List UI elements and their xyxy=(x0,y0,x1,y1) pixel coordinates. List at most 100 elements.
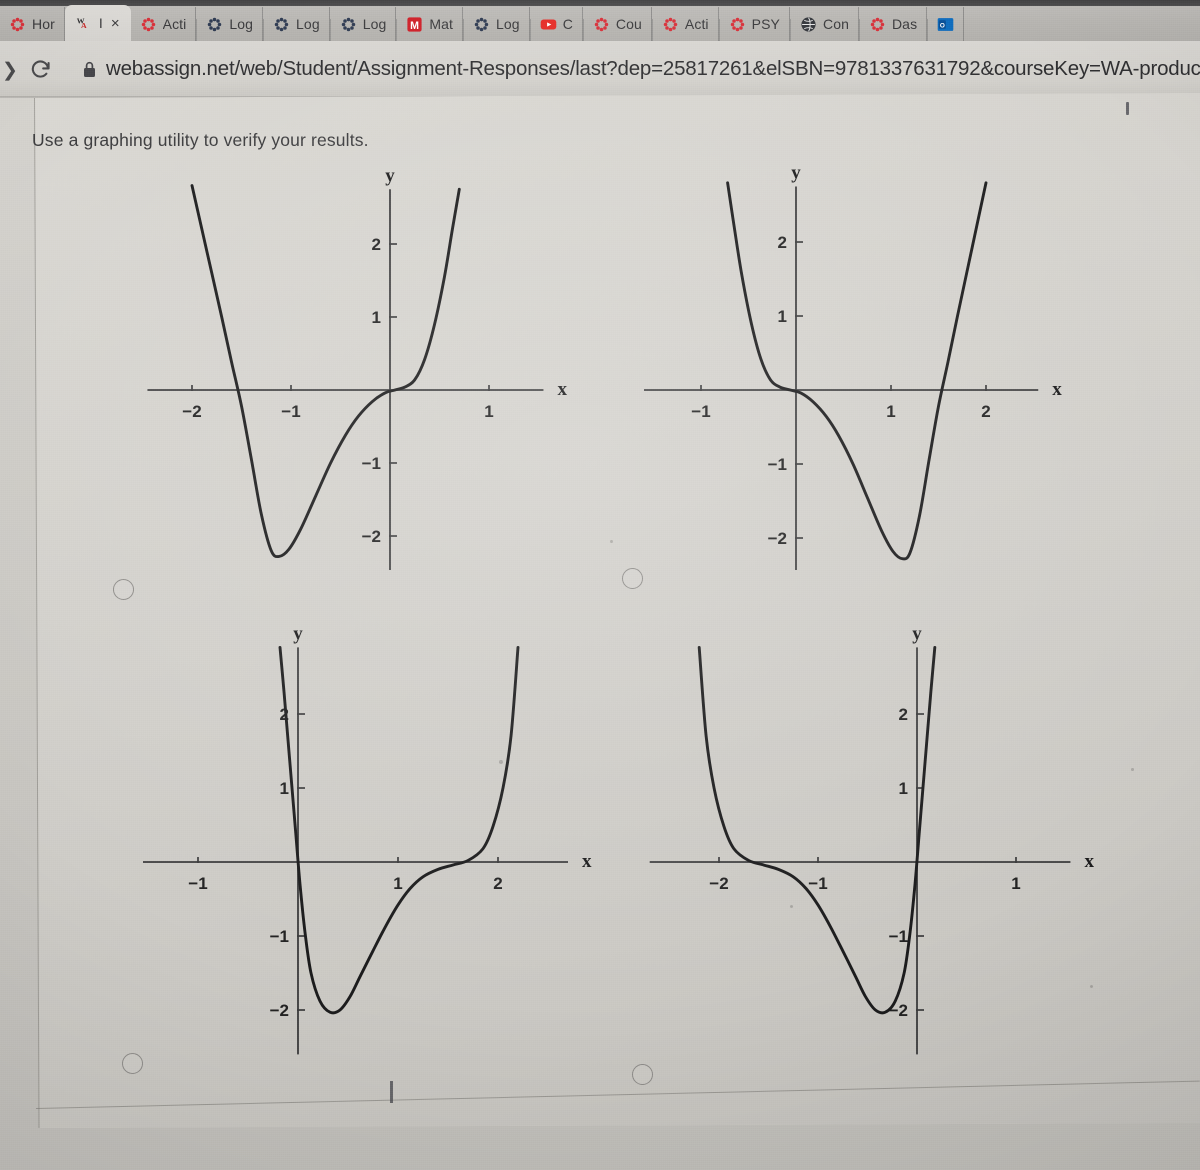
svg-text:−1: −1 xyxy=(808,874,827,893)
browser-tab-label: Acti xyxy=(162,16,187,32)
browser-tab-cou[interactable]: Cou xyxy=(584,7,652,41)
browser-tab-i[interactable]: W A I × xyxy=(64,5,131,41)
browser-tab-mail[interactable]: O xyxy=(928,7,965,41)
svg-text:y: y xyxy=(912,630,922,644)
browser-tab-label: Acti xyxy=(684,16,709,32)
browser-tab-label: Log xyxy=(362,16,387,32)
browser-tab-mat[interactable]: M Mat xyxy=(397,7,464,41)
text-cursor-mark xyxy=(1126,102,1129,115)
photo-speck xyxy=(499,760,503,764)
lock-icon xyxy=(82,60,97,79)
photo-speck xyxy=(1090,985,1093,988)
browser-tab-das[interactable]: Das xyxy=(860,7,928,41)
browser-tab-label: Cou xyxy=(615,16,642,32)
page-prompt: Use a graphing utility to verify your re… xyxy=(32,130,369,150)
svg-text:−1: −1 xyxy=(768,455,787,474)
browser-tab-acti[interactable]: Acti xyxy=(131,7,197,41)
browser-tab-c[interactable]: C xyxy=(531,7,583,41)
svg-text:−2: −2 xyxy=(768,529,787,548)
svg-text:x: x xyxy=(1052,379,1062,400)
browser-tab-label: Hor xyxy=(32,16,55,32)
browser-tab-label: Mat xyxy=(429,16,454,32)
loading-spinner-dark-icon xyxy=(473,16,490,33)
photo-speck xyxy=(610,540,613,543)
radio-choice-a[interactable] xyxy=(113,579,134,600)
svg-text:x: x xyxy=(557,379,567,400)
svg-text:−1: −1 xyxy=(691,402,710,421)
photo-speck xyxy=(1131,768,1134,771)
loading-spinner-dark-icon xyxy=(273,16,290,33)
back-chevron-icon[interactable]: ❯ xyxy=(2,59,18,82)
svg-text:−2: −2 xyxy=(709,874,728,893)
loading-spinner-red-icon xyxy=(593,16,610,33)
graph-choice-b[interactable]: −1 1 2 2 1 −1 −2 x y xyxy=(636,150,1096,570)
svg-text:x: x xyxy=(1084,851,1094,872)
loading-spinner-red-icon xyxy=(729,16,746,33)
text-cursor-mark-secondary xyxy=(390,1081,393,1103)
radio-choice-b[interactable] xyxy=(622,568,643,589)
browser-tab-label: Log xyxy=(296,16,320,32)
browser-tab-con[interactable]: Con xyxy=(791,7,859,41)
radio-choice-c[interactable] xyxy=(122,1053,143,1074)
loading-spinner-red-icon xyxy=(9,16,26,33)
graph-choice-c[interactable]: −1 1 2 2 1 −1 −2 x y xyxy=(130,630,600,1070)
svg-text:1: 1 xyxy=(886,402,895,421)
reload-icon[interactable] xyxy=(28,56,54,82)
browser-tab-log[interactable]: Log xyxy=(331,7,397,41)
svg-text:−1: −1 xyxy=(889,927,908,946)
svg-text:1: 1 xyxy=(280,779,289,798)
svg-text:1: 1 xyxy=(484,402,493,421)
svg-text:−1: −1 xyxy=(281,402,300,421)
youtube-icon xyxy=(540,16,557,33)
svg-text:−1: −1 xyxy=(188,874,207,893)
graph-choice-d[interactable]: −2 −1 1 2 1 −1 −2 x y xyxy=(636,630,1116,1070)
svg-text:1: 1 xyxy=(372,308,381,327)
url-text[interactable]: webassign.net/web/Student/Assignment-Res… xyxy=(106,57,1200,81)
globe-dark-icon xyxy=(800,16,817,33)
loading-spinner-red-icon xyxy=(869,16,886,33)
browser-tab-log[interactable]: Log xyxy=(464,7,530,41)
loading-spinner-dark-icon xyxy=(340,16,357,33)
browser-tab-label: PSY xyxy=(751,16,780,32)
svg-text:x: x xyxy=(582,851,592,872)
browser-tab-label: C xyxy=(562,16,573,32)
radio-choice-d[interactable] xyxy=(632,1064,653,1085)
svg-text:−2: −2 xyxy=(889,1001,908,1020)
browser-tab-acti[interactable]: Acti xyxy=(653,7,719,41)
svg-text:−1: −1 xyxy=(362,454,381,473)
browser-tab-psy[interactable]: PSY xyxy=(720,7,790,41)
webassign-wa-icon: WA xyxy=(76,15,93,32)
browser-tab-label: I xyxy=(98,15,103,31)
svg-text:2: 2 xyxy=(981,402,990,421)
graph-choice-a[interactable]: −2 −1 1 2 1 −1 −2 x y xyxy=(130,150,590,570)
browser-tab-label: Log xyxy=(229,16,254,32)
outlook-icon: O xyxy=(937,16,954,33)
svg-text:2: 2 xyxy=(778,233,787,252)
svg-text:M: M xyxy=(410,19,419,31)
close-icon[interactable]: × xyxy=(111,15,120,32)
svg-text:y: y xyxy=(385,165,395,186)
svg-text:−2: −2 xyxy=(182,402,201,421)
browser-tab-label: Log xyxy=(496,16,520,32)
browser-tab-log[interactable]: Log xyxy=(197,7,264,41)
photo-speck xyxy=(790,905,793,908)
browser-tab-label: Das xyxy=(891,16,918,32)
browser-tab-log[interactable]: Log xyxy=(264,7,330,41)
svg-text:1: 1 xyxy=(899,779,908,798)
svg-text:y: y xyxy=(791,163,801,184)
svg-text:1: 1 xyxy=(1011,874,1020,893)
screenshot-root: Hor W A I × Acti Log Log Log M Mat Log C Cou Acti PSY Co… xyxy=(0,0,1200,1170)
loading-spinner-red-icon xyxy=(662,16,679,33)
svg-text:2: 2 xyxy=(899,705,908,724)
browser-address-bar[interactable]: ❯ webassign.net/web/Student/Assignment-R… xyxy=(0,41,1200,97)
svg-text:−2: −2 xyxy=(270,1001,289,1020)
loading-spinner-dark-icon xyxy=(206,16,223,33)
browser-tab-label: Con xyxy=(822,16,849,32)
svg-text:2: 2 xyxy=(493,874,502,893)
svg-text:1: 1 xyxy=(778,307,787,326)
browser-tab-hor[interactable]: Hor xyxy=(0,7,65,41)
browser-tab-strip[interactable]: Hor W A I × Acti Log Log Log M Mat Log C Cou Acti PSY Co… xyxy=(0,0,1200,41)
mathway-m-icon: M xyxy=(406,16,423,33)
svg-text:−2: −2 xyxy=(362,527,381,546)
svg-text:A: A xyxy=(81,20,87,29)
